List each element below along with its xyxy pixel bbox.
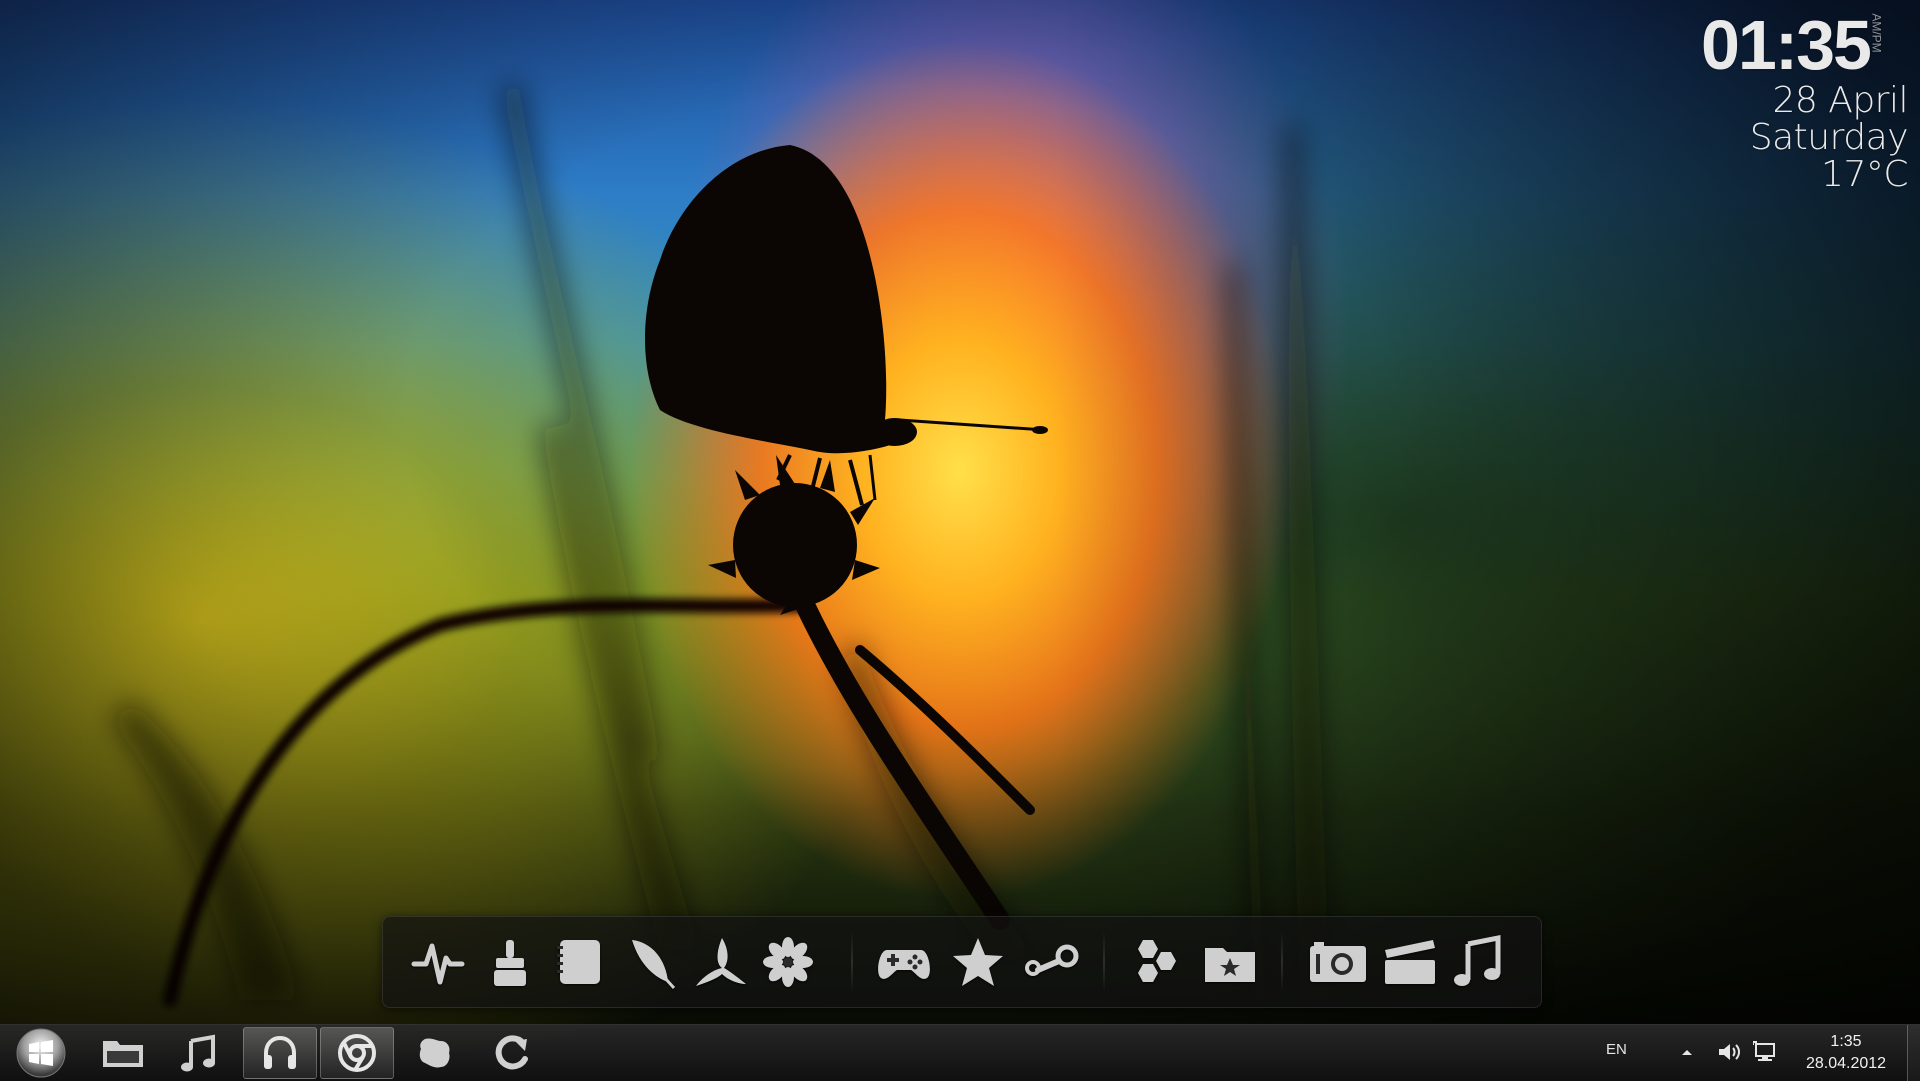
language-indicator[interactable]: EN xyxy=(1606,1041,1627,1058)
dock-separator xyxy=(1281,931,1283,993)
notes-icon[interactable] xyxy=(549,931,611,993)
system-clock-time: 1:35 xyxy=(1830,1033,1862,1050)
taskbar-refresh-button[interactable] xyxy=(476,1027,550,1079)
camera-icon[interactable] xyxy=(1307,931,1369,993)
music-note-icon[interactable] xyxy=(1447,931,1509,993)
cleaner-brush-icon[interactable] xyxy=(479,931,541,993)
windows-orb-icon xyxy=(16,1028,66,1078)
star-favorites-icon[interactable] xyxy=(947,931,1009,993)
headphones-icon xyxy=(264,1035,296,1069)
flower-settings-icon[interactable] xyxy=(757,931,819,993)
folder-icon xyxy=(103,1041,143,1067)
system-clock[interactable]: 1:35 28.04.2012 xyxy=(1788,1031,1904,1075)
volume-icon xyxy=(1719,1044,1740,1060)
dock-separator xyxy=(851,931,853,993)
widget-weekday: Saturday xyxy=(1749,117,1909,158)
show-hidden-icons-button[interactable] xyxy=(1674,1039,1700,1065)
steam-icon[interactable] xyxy=(1019,931,1081,993)
network-icon xyxy=(1753,1041,1775,1061)
chrome-icon xyxy=(338,1034,376,1072)
taskbar-chrome-button[interactable] xyxy=(320,1027,394,1079)
hexagons-app-icon[interactable] xyxy=(1127,931,1189,993)
start-button[interactable] xyxy=(10,1027,72,1079)
gamepad-icon[interactable] xyxy=(873,931,935,993)
show-desktop-button[interactable] xyxy=(1907,1025,1920,1081)
dock-separator xyxy=(1103,931,1105,993)
clock-widget: 01:35 AM/PM 28 April Saturday 17°C xyxy=(1648,8,1909,195)
volume-button[interactable] xyxy=(1716,1039,1742,1065)
widget-ampm: AM/PM xyxy=(1869,13,1884,53)
skype-icon xyxy=(419,1038,450,1068)
application-dock xyxy=(382,916,1542,1008)
refresh-arrow-icon xyxy=(495,1035,528,1070)
activity-monitor-icon[interactable] xyxy=(407,931,469,993)
system-clock-date: 28.04.2012 xyxy=(1805,1055,1887,1072)
network-button[interactable] xyxy=(1752,1039,1778,1065)
taskbar-skype-button[interactable] xyxy=(398,1027,472,1079)
taskbar-music-button[interactable] xyxy=(162,1027,236,1079)
taskbar: EN 1:35 28.04.2012 xyxy=(0,1024,1920,1081)
widget-temperature: 17°C xyxy=(1821,154,1908,195)
three-blade-app-icon[interactable] xyxy=(689,931,751,993)
taskbar-folder-button[interactable] xyxy=(86,1027,160,1079)
starred-folder-icon[interactable] xyxy=(1199,931,1261,993)
widget-date: 28 April xyxy=(1772,80,1908,121)
taskbar-headphones-button[interactable] xyxy=(243,1027,317,1079)
show-hidden-icons-arrow xyxy=(1682,1050,1692,1055)
music-note-icon xyxy=(181,1034,215,1072)
feather-writer-icon[interactable] xyxy=(619,931,681,993)
clapperboard-icon[interactable] xyxy=(1379,931,1441,993)
